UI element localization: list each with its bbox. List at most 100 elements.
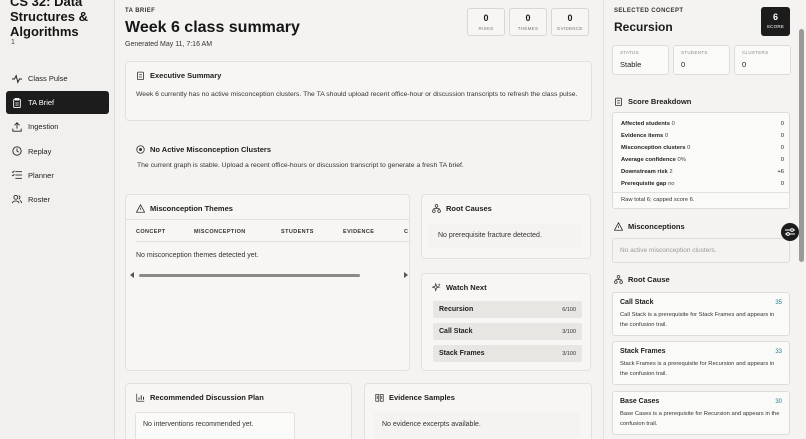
bar-chart-icon (136, 393, 145, 402)
column-header: CONCEPT (136, 229, 166, 235)
themes-table-header: CONCEPT MISCONCEPTION STUDENTS EVIDENCE … (136, 229, 408, 235)
status-stat: STATUS Stable (612, 45, 669, 75)
card-title-text: Executive Summary (150, 71, 222, 80)
breakdown-detail: 0% (677, 157, 686, 163)
misconceptions-empty-text: No active misconception clusters. (612, 238, 790, 263)
clipboard-icon (13, 97, 21, 108)
watch-item-stack-frames[interactable]: Stack Frames 3/100 (433, 345, 582, 362)
root-cause-desc: Base Cases is a prerequisite for Recursi… (620, 411, 780, 427)
sidebar-item-ingestion[interactable]: Ingestion (6, 115, 109, 138)
root-cause-name: Call Stack (620, 299, 654, 306)
horizontal-scrollbar[interactable] (130, 271, 408, 279)
vertical-scrollbar[interactable] (799, 29, 804, 262)
root-cause-card-call-stack[interactable]: Call Stack 35 Call Stack is a prerequisi… (612, 292, 790, 336)
concept-name: Recursion (614, 20, 673, 34)
sparkle-icon (432, 283, 441, 292)
stat-value: 0 (681, 60, 686, 69)
breakdown-value: 0 (780, 133, 784, 139)
card-title: Misconception Themes (136, 204, 233, 213)
root-cause-card-base-cases[interactable]: Base Cases 30 Base Cases is a prerequisi… (612, 391, 790, 435)
stat-label: CLUSTERS (742, 50, 769, 55)
students-stat: STUDENTS 0 (673, 45, 730, 75)
no-active-text: The current graph is stable. Upload a re… (137, 162, 464, 169)
plan-empty-text: No interventions recommended yet. (135, 412, 295, 439)
breakdown-key: Affected students (621, 121, 670, 127)
breakdown-detail: 0 (664, 133, 669, 139)
stat-label: RISKS (478, 26, 494, 31)
root-cause-score: 35 (775, 300, 782, 306)
breakdown-value: +6 (777, 169, 784, 175)
breakdown-key: Prerequisite gap (621, 181, 667, 187)
card-title-text: Evidence Samples (389, 393, 455, 402)
card-title: Recommended Discussion Plan (136, 393, 264, 402)
breakdown-key: Downstream risk (621, 169, 668, 175)
root-cause-title: Root Cause (614, 275, 670, 284)
clipboard-icon (137, 71, 144, 80)
stat-themes: 0 THEMES (509, 8, 547, 36)
card-title: No Active Misconception Clusters (136, 145, 271, 154)
stat-value: 0 (483, 13, 489, 23)
watch-item-score: 6/100 (562, 306, 576, 313)
column-header: STUDENTS (281, 229, 314, 235)
root-cause-score: 33 (775, 349, 782, 355)
root-cause-name: Stack Frames (620, 348, 666, 355)
warning-icon (614, 222, 623, 231)
pulse-icon (12, 73, 22, 84)
divider (613, 192, 789, 193)
root-cause-desc: Call Stack is a prerequisite for Stack F… (620, 312, 775, 328)
column-header: MISCONCEPTION (194, 229, 246, 235)
sidebar-item-label: Roster (28, 194, 51, 204)
no-active-clusters-card: No Active Misconception Clusters The cur… (125, 135, 592, 181)
stat-label: STATUS (620, 50, 639, 55)
section-title-text: Root Cause (628, 275, 670, 284)
breakdown-key: Average confidence (621, 157, 676, 163)
score-badge: 6 SCORE (761, 7, 790, 36)
sidebar-item-ta-brief[interactable]: TA Brief (6, 91, 109, 115)
page-eyebrow: TA BRIEF (125, 8, 156, 14)
watch-item-score: 3/100 (562, 328, 576, 335)
stat-label: STUDENTS (681, 50, 708, 55)
sidebar-item-label: Planner (28, 170, 54, 180)
scrollbar-thumb[interactable] (139, 274, 360, 277)
sidebar-item-roster[interactable]: Roster (6, 188, 109, 211)
root-causes-card: Root Causes No prerequisite fracture det… (421, 194, 591, 259)
root-cause-card-stack-frames[interactable]: Stack Frames 33 Stack Frames is a prereq… (612, 341, 790, 385)
sidebar-item-class-pulse[interactable]: Class Pulse (6, 67, 109, 90)
watch-item-score: 3/100 (562, 350, 576, 357)
score-label: SCORE (766, 24, 785, 29)
themes-empty-text: No misconception themes detected yet. (136, 252, 259, 259)
sidebar-item-planner[interactable]: Planner (6, 164, 109, 187)
sidebar-item-replay[interactable]: Replay (6, 140, 109, 163)
divider (126, 219, 409, 220)
watch-item-call-stack[interactable]: Call Stack 3/100 (433, 323, 582, 340)
shield-icon (136, 145, 145, 154)
header-stats: 0 RISKS 0 THEMES 0 EVIDENCE (467, 8, 589, 36)
sidebar-item-label: Class Pulse (28, 74, 68, 83)
breakdown-row: Affected students 0 0 (621, 121, 784, 127)
scroll-left-icon[interactable] (130, 272, 134, 278)
stat-value: Stable (620, 60, 642, 69)
concept-stats: STATUS Stable STUDENTS 0 CLUSTERS 0 (612, 45, 791, 75)
stat-value: 0 (742, 60, 747, 69)
card-title: Watch Next (432, 283, 487, 292)
breakdown-row: Average confidence 0% 0 (621, 157, 784, 163)
card-title-text: Watch Next (446, 283, 487, 292)
scroll-right-icon[interactable] (404, 272, 408, 278)
sidebar-nav: Class Pulse TA Brief Ingestion Replay Pl… (6, 67, 109, 212)
evidence-samples-card: Evidence Samples No evidence excerpts av… (364, 383, 592, 439)
breakdown-row: Prerequisite gap no 0 (621, 181, 784, 187)
list-icon (12, 170, 22, 179)
breakdown-key: Misconception clusters (621, 145, 686, 151)
sidebar-item-label: Replay (28, 146, 52, 156)
root-cause-score: 30 (775, 399, 782, 405)
card-title-text: Recommended Discussion Plan (150, 393, 264, 402)
sidebar-item-label: TA Brief (28, 98, 55, 108)
course-title: CS 32: Data Structures & Algorithms (10, 0, 89, 39)
assistant-fab-button[interactable] (781, 223, 799, 241)
watch-item-recursion[interactable]: Recursion 6/100 (433, 301, 582, 318)
book-icon (375, 394, 384, 402)
executive-summary-card: Executive Summary Week 6 currently has n… (125, 61, 592, 121)
breakdown-key: Evidence items (621, 133, 664, 139)
samples-empty-text: No evidence excerpts available. (374, 412, 580, 438)
divider (136, 241, 411, 242)
